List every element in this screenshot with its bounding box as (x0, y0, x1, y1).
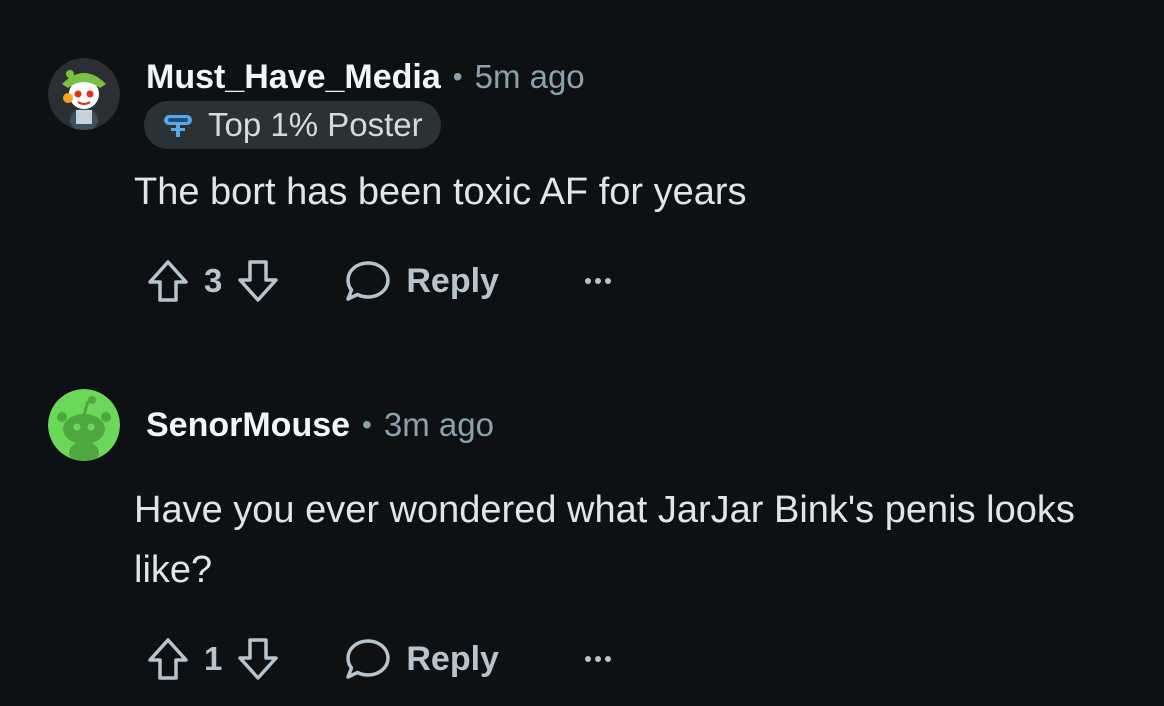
downvote-button[interactable] (234, 635, 282, 683)
more-dot (594, 278, 601, 284)
more-options-button[interactable] (583, 656, 613, 662)
reply-label: Reply (406, 639, 499, 678)
more-dot (584, 656, 591, 662)
user-flair: Top 1% Poster (144, 101, 441, 149)
default-snoo-avatar-icon (48, 389, 120, 461)
comment-body: Have you ever wondered what JarJar Bink'… (134, 489, 1075, 591)
comment-actions: 3 Reply (144, 254, 613, 308)
downvote-icon (238, 260, 279, 302)
more-dot (584, 278, 591, 284)
comment-body: The bort has been toxic AF for years (134, 171, 747, 213)
comment-meta: Must_Have_Media • 5m ago (146, 54, 585, 100)
separator-dot: • (452, 61, 463, 92)
separator-dot: • (362, 409, 372, 440)
comment: SenorMouse • 3m ago Have you ever wonder… (0, 330, 1164, 706)
comment-bubble-icon (346, 639, 391, 679)
comment: Must_Have_Media • 5m ago Top 1% Poster T… (0, 0, 1164, 330)
upvote-icon (148, 260, 188, 302)
more-dot (604, 656, 611, 662)
comment-meta: SenorMouse • 3m ago (146, 402, 494, 448)
username[interactable]: SenorMouse (146, 406, 350, 445)
more-options-button[interactable] (583, 278, 613, 284)
top-poster-flair-icon (164, 115, 192, 137)
snoo-avatar-icon (48, 58, 120, 130)
timestamp[interactable]: 5m ago (475, 58, 585, 96)
flair-label: Top 1% Poster (208, 106, 423, 143)
username[interactable]: Must_Have_Media (146, 58, 441, 97)
user-avatar[interactable] (48, 389, 120, 461)
more-dot (604, 278, 611, 284)
upvote-button[interactable] (144, 257, 192, 305)
downvote-icon (238, 638, 279, 680)
vote-score: 1 (204, 640, 223, 677)
comment-bubble-icon (346, 261, 391, 301)
reply-button[interactable]: Reply (344, 258, 499, 304)
reply-label: Reply (406, 261, 499, 300)
upvote-icon (148, 638, 188, 680)
timestamp[interactable]: 3m ago (384, 406, 494, 444)
more-dot (594, 656, 601, 662)
vote-score: 3 (204, 262, 223, 299)
upvote-button[interactable] (144, 635, 192, 683)
user-avatar[interactable] (48, 58, 120, 130)
reply-button[interactable]: Reply (344, 636, 499, 682)
comment-actions: 1 Reply (144, 632, 613, 686)
downvote-button[interactable] (234, 257, 282, 305)
